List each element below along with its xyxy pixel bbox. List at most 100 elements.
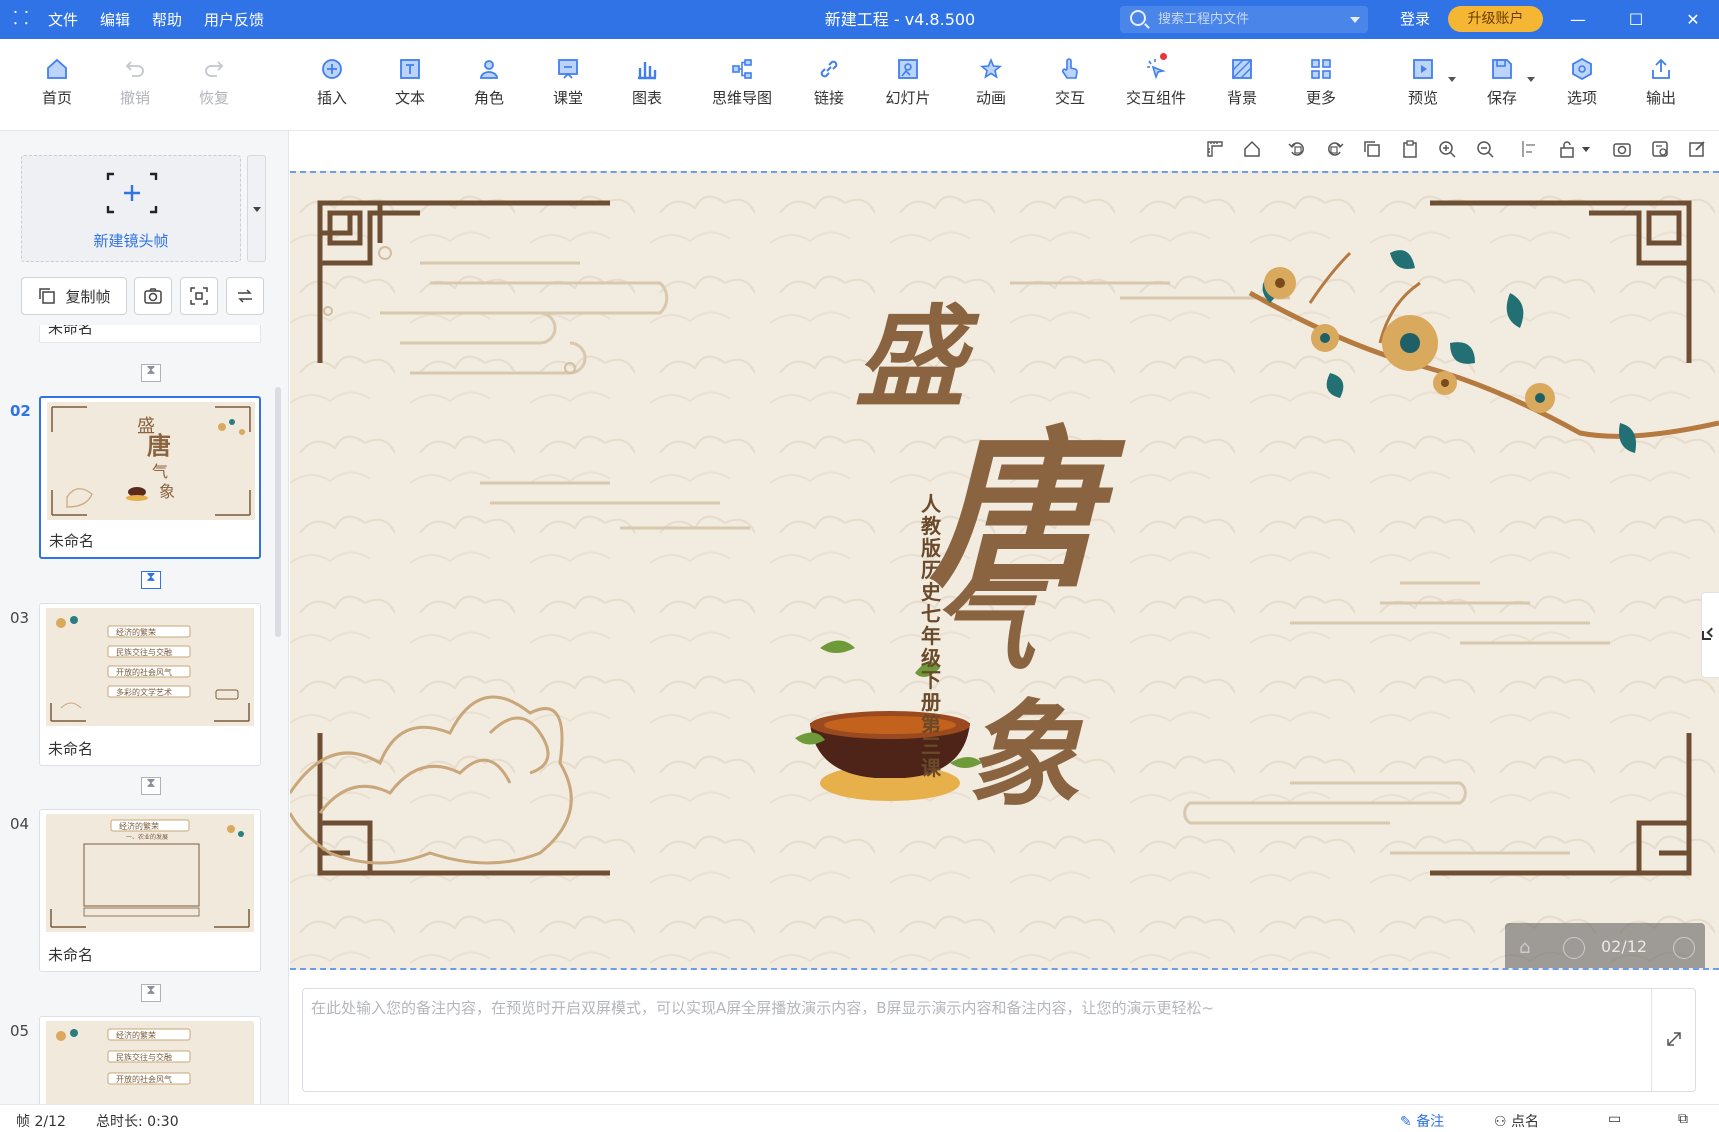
preview-button[interactable]: 预览 bbox=[1382, 57, 1464, 108]
classroom-label: 课堂 bbox=[552, 89, 583, 107]
edit-icon[interactable] bbox=[1687, 139, 1707, 159]
maximize-icon[interactable]: ☐ bbox=[1611, 0, 1661, 39]
frame-thumbnail-03[interactable]: 经济的繁荣 民族交往与交融 开放的社会风气 多彩的文学艺术 未命名 bbox=[39, 603, 261, 766]
chart-label: 图表 bbox=[631, 89, 662, 107]
play-icon bbox=[1413, 59, 1433, 79]
transition-icon-active[interactable] bbox=[141, 570, 161, 589]
lock-icon[interactable] bbox=[1557, 139, 1577, 159]
svg-text:开放的社会风气: 开放的社会风气 bbox=[116, 667, 172, 677]
zoom-in-icon[interactable] bbox=[1437, 139, 1457, 159]
transition-icon[interactable] bbox=[141, 776, 161, 795]
zoom-out-icon[interactable] bbox=[1475, 139, 1495, 159]
classroom-button[interactable]: 课堂 bbox=[532, 57, 604, 108]
rollcall-label: 点名 bbox=[1511, 1114, 1540, 1130]
menu-feedback[interactable]: 用户反馈 bbox=[204, 9, 264, 30]
mindmap-button[interactable]: 思维导图 bbox=[702, 57, 782, 108]
loop-frame-button[interactable] bbox=[226, 277, 264, 315]
copy-icon bbox=[39, 288, 56, 304]
new-frame-dropdown[interactable] bbox=[247, 155, 266, 262]
save-label: 保存 bbox=[1486, 89, 1517, 107]
options-button[interactable]: 选项 bbox=[1546, 57, 1618, 108]
animation-button[interactable]: 动画 bbox=[955, 57, 1027, 108]
app-logo-icon[interactable]: ⸬ bbox=[10, 8, 32, 30]
slideshow-button[interactable]: 幻灯片 bbox=[872, 57, 944, 108]
total-duration: 总时长: 0:30 bbox=[96, 1114, 179, 1130]
record-settings-icon[interactable] bbox=[1650, 139, 1670, 159]
home-view-icon[interactable] bbox=[1242, 139, 1262, 159]
notes-input[interactable] bbox=[311, 997, 1651, 1083]
text-button[interactable]: 文本 bbox=[374, 57, 446, 108]
copy-frame-label: 复制帧 bbox=[65, 287, 111, 306]
background-button[interactable]: 背景 bbox=[1206, 57, 1278, 108]
duplicate-icon[interactable] bbox=[1362, 139, 1382, 159]
transition-icon[interactable] bbox=[141, 983, 161, 1002]
plus-circle-icon bbox=[322, 59, 342, 79]
copy-frame-button[interactable]: 复制帧 bbox=[21, 277, 127, 315]
slide-title-char-4[interactable]: 象 bbox=[965, 663, 1080, 829]
pager-next-icon[interactable] bbox=[1673, 937, 1695, 959]
frame-thumbnail-partial[interactable]: 未命名 bbox=[39, 325, 261, 343]
thumbnail-image: 盛 唐 气 象 bbox=[47, 402, 255, 520]
save-dropdown-icon[interactable] bbox=[1527, 77, 1535, 82]
frame-thumbnail-04[interactable]: 经济的繁荣 一、农业的发展 未命名 bbox=[39, 809, 261, 972]
camera-icon[interactable] bbox=[1612, 139, 1632, 159]
save-button[interactable]: 保存 bbox=[1461, 57, 1543, 108]
align-left-icon[interactable] bbox=[1520, 139, 1540, 159]
svg-text:唐: 唐 bbox=[147, 431, 171, 460]
interact-button[interactable]: 交互 bbox=[1034, 57, 1106, 108]
paste-icon[interactable] bbox=[1400, 139, 1420, 159]
lock-dropdown-icon[interactable] bbox=[1582, 147, 1590, 152]
chart-button[interactable]: 图表 bbox=[611, 57, 683, 108]
rotate-right-icon[interactable] bbox=[1325, 139, 1345, 159]
project-search[interactable] bbox=[1120, 6, 1368, 33]
frame-number-02: 02 bbox=[10, 402, 31, 420]
frame-counter: 帧 2/12 bbox=[16, 1114, 66, 1130]
rollcall-button[interactable]: ⚇ 点名 bbox=[1494, 1111, 1539, 1131]
rotate-left-icon[interactable] bbox=[1287, 139, 1307, 159]
redo-button[interactable]: 恢复 bbox=[178, 57, 250, 108]
window-mode-icon[interactable]: ⧉ bbox=[1678, 1111, 1688, 1127]
close-icon[interactable]: ✕ bbox=[1668, 0, 1718, 39]
upgrade-button[interactable]: 升级账户 bbox=[1448, 6, 1543, 32]
transition-icon[interactable] bbox=[141, 363, 161, 382]
ruler-icon[interactable] bbox=[1205, 139, 1225, 159]
svg-text:一、农业的发展: 一、农业的发展 bbox=[126, 833, 168, 841]
new-frame-button[interactable]: 新建镜头帧 bbox=[21, 155, 241, 262]
home-button[interactable]: 首页 bbox=[21, 57, 93, 108]
insert-button[interactable]: 插入 bbox=[296, 57, 368, 108]
interactive-widget-button[interactable]: 交互组件 bbox=[1116, 53, 1196, 108]
notes-expand-button[interactable] bbox=[1651, 989, 1695, 1091]
menu-edit[interactable]: 编辑 bbox=[100, 9, 130, 30]
menu-file[interactable]: 文件 bbox=[48, 9, 78, 30]
chevron-down-icon[interactable] bbox=[1350, 17, 1360, 23]
svg-text:经济的繁荣: 经济的繁荣 bbox=[116, 627, 156, 637]
screen-icon[interactable]: ▭ bbox=[1608, 1111, 1621, 1127]
pager-prev-icon[interactable] bbox=[1563, 937, 1585, 959]
person-icon: ⚇ bbox=[1494, 1114, 1507, 1130]
slide-canvas[interactable]: 人教版历史七年级下册第三课 盛 唐 气 象 ⌂ 02/12 bbox=[290, 171, 1719, 970]
minimize-icon[interactable]: — bbox=[1553, 0, 1603, 39]
frame-list-scrollbar[interactable] bbox=[275, 387, 281, 637]
preview-dropdown-icon[interactable] bbox=[1448, 77, 1456, 82]
slideshow-icon bbox=[898, 59, 918, 79]
login-button[interactable]: 登录 bbox=[1400, 0, 1430, 39]
svg-text:气: 气 bbox=[152, 462, 168, 481]
fit-frame-button[interactable] bbox=[180, 277, 218, 315]
pager-home-icon[interactable]: ⌂ bbox=[1519, 937, 1530, 958]
link-button[interactable]: 链接 bbox=[793, 57, 865, 108]
notes-toggle-label: 备注 bbox=[1416, 1114, 1445, 1130]
menu-help[interactable]: 帮助 bbox=[152, 9, 182, 30]
search-input[interactable] bbox=[1158, 10, 1343, 29]
undo-button[interactable]: 撤销 bbox=[99, 57, 171, 108]
frame-thumbnail-02[interactable]: 盛 唐 气 象 未命名 bbox=[39, 396, 261, 559]
export-button[interactable]: 输出 bbox=[1625, 57, 1697, 108]
frame-name-02: 未命名 bbox=[49, 532, 95, 550]
notes-toggle-button[interactable]: ✎ 备注 bbox=[1400, 1111, 1444, 1131]
frame-thumbnail-05[interactable]: 经济的繁荣 民族交往与交融 开放的社会风气 bbox=[39, 1016, 261, 1104]
slideshow-label: 幻灯片 bbox=[885, 89, 931, 107]
role-button[interactable]: 角色 bbox=[453, 57, 525, 108]
redo-label: 恢复 bbox=[198, 89, 229, 107]
search-icon bbox=[1130, 10, 1146, 26]
snapshot-button[interactable] bbox=[134, 277, 172, 315]
more-button[interactable]: 更多 bbox=[1285, 57, 1357, 108]
